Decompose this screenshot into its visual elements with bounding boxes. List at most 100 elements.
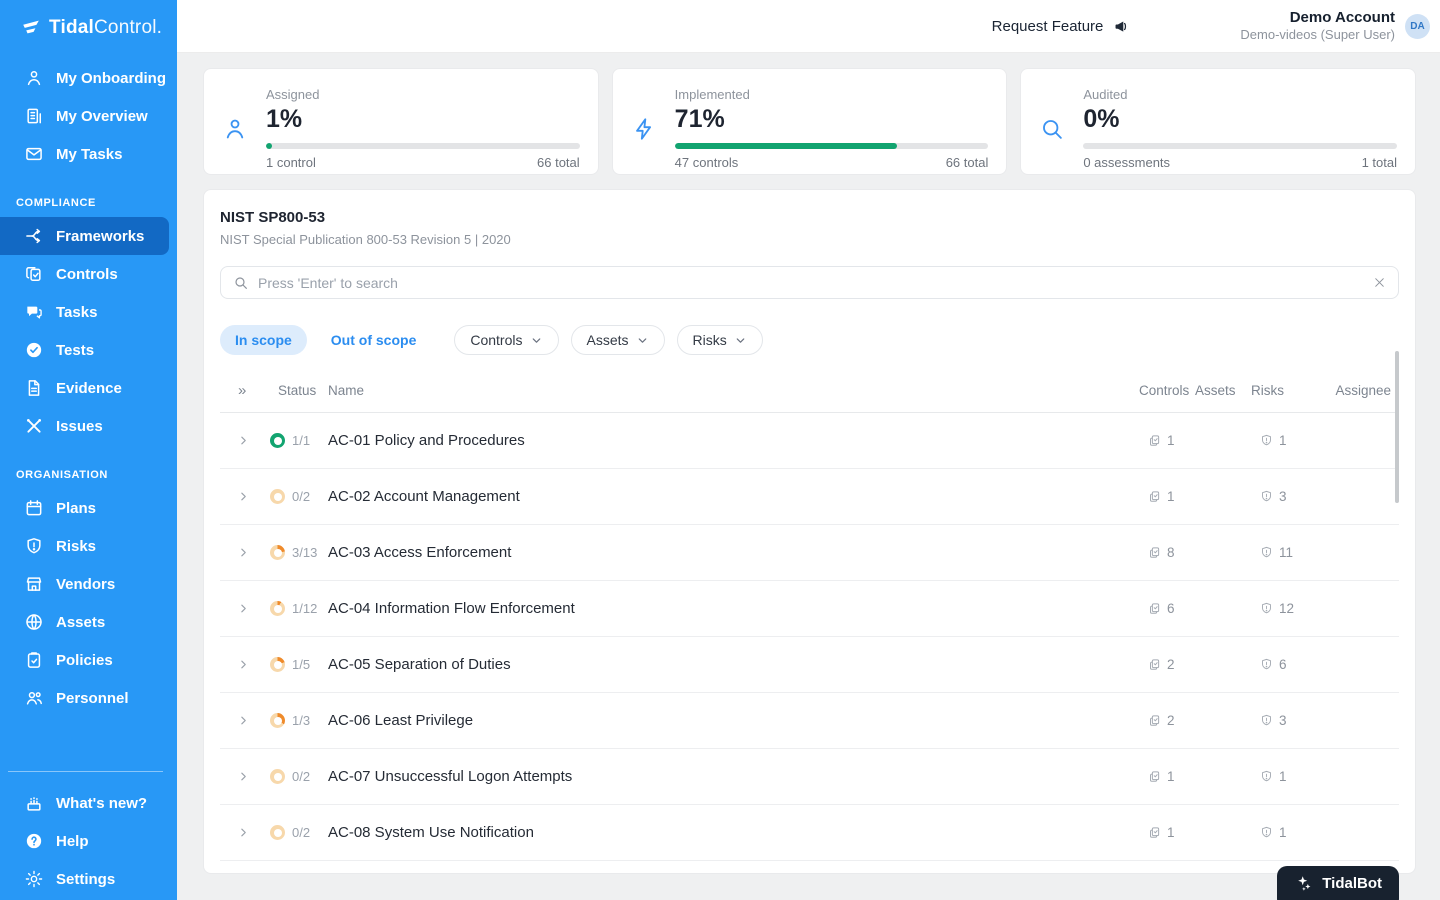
table-row[interactable]: 1/5 AC-05 Separation of Duties 2 6 bbox=[220, 637, 1399, 693]
sidebar-item-evidence[interactable]: Evidence bbox=[0, 369, 177, 407]
avatar[interactable]: DA bbox=[1405, 14, 1430, 39]
risks-count: 11 bbox=[1251, 545, 1315, 560]
sidebar-item-my-onboarding[interactable]: My Onboarding bbox=[0, 59, 177, 97]
filter-in-scope[interactable]: In scope bbox=[220, 325, 307, 355]
sidebar-item-personnel[interactable]: Personnel bbox=[0, 679, 177, 717]
person-stat-icon bbox=[222, 116, 248, 142]
document-icon bbox=[24, 378, 44, 398]
sidebar-item-label: Frameworks bbox=[56, 228, 144, 245]
status-ring bbox=[270, 713, 285, 728]
controls-icon bbox=[24, 264, 44, 284]
status-ring bbox=[270, 825, 285, 840]
row-expand-chevron-icon[interactable] bbox=[220, 434, 260, 447]
sidebar-item-label: My Tasks bbox=[56, 146, 122, 163]
status-count: 3/13 bbox=[292, 545, 317, 560]
sidebar: TidalControl. My Onboarding My Overview My… bbox=[0, 0, 177, 900]
row-expand-chevron-icon[interactable] bbox=[220, 714, 260, 727]
tidalbot-label: TidalBot bbox=[1322, 875, 1382, 892]
sidebar-item-my-tasks[interactable]: My Tasks bbox=[0, 135, 177, 173]
account-role: Demo-videos (Super User) bbox=[1240, 27, 1395, 43]
copy-check-icon bbox=[1147, 713, 1162, 728]
controls-count: 8 bbox=[1139, 545, 1195, 560]
sidebar-item-label: Settings bbox=[56, 871, 115, 888]
table-row[interactable]: 0/2 AC-07 Unsuccessful Logon Attempts 1 … bbox=[220, 749, 1399, 805]
sidebar-item-issues[interactable]: Issues bbox=[0, 407, 177, 445]
sidebar-nav: My OnboardingMy OverviewMy TasksCOMPLIAN… bbox=[0, 59, 177, 717]
control-name: AC-02 Account Management bbox=[328, 488, 1139, 505]
shield-alert-icon bbox=[1259, 489, 1274, 504]
row-expand-chevron-icon[interactable] bbox=[220, 770, 260, 783]
filter-dropdown-label: Controls bbox=[470, 332, 522, 348]
row-expand-chevron-icon[interactable] bbox=[220, 602, 260, 615]
stat-progress-bar bbox=[675, 143, 989, 149]
status-count: 1/5 bbox=[292, 657, 310, 672]
filter-dropdown-risks[interactable]: Risks bbox=[677, 325, 763, 355]
sidebar-item-assets[interactable]: Assets bbox=[0, 603, 177, 641]
search-input[interactable] bbox=[258, 275, 1364, 291]
row-expand-chevron-icon[interactable] bbox=[220, 546, 260, 559]
tidalbot-button[interactable]: TidalBot bbox=[1277, 866, 1399, 900]
table-row[interactable]: 3/13 AC-03 Access Enforcement 8 11 bbox=[220, 525, 1399, 581]
sidebar-item-label: Assets bbox=[56, 614, 105, 631]
column-controls: Controls bbox=[1139, 383, 1195, 398]
chevron-down-icon bbox=[734, 334, 747, 347]
table-row[interactable]: 0/2 AC-02 Account Management 1 3 bbox=[220, 469, 1399, 525]
expand-all-button[interactable]: » bbox=[220, 382, 260, 399]
copy-check-icon bbox=[1147, 825, 1162, 840]
help-icon bbox=[24, 831, 44, 851]
sidebar-item-label: Vendors bbox=[56, 576, 115, 593]
row-expand-chevron-icon[interactable] bbox=[220, 658, 260, 671]
request-feature-button[interactable]: Request Feature bbox=[992, 17, 1133, 36]
sidebar-item-tasks[interactable]: Tasks bbox=[0, 293, 177, 331]
account-info[interactable]: Demo Account Demo-videos (Super User) bbox=[1240, 9, 1395, 44]
stat-card-assigned: Assigned 1% 1 control 66 total bbox=[203, 68, 599, 175]
status-count: 1/1 bbox=[292, 433, 310, 448]
tools-icon bbox=[24, 416, 44, 436]
sidebar-section-organisation: ORGANISATION bbox=[0, 445, 177, 489]
sidebar-item-policies[interactable]: Policies bbox=[0, 641, 177, 679]
stat-card-implemented: Implemented 71% 47 controls 66 total bbox=[612, 68, 1008, 175]
table-row[interactable]: 1/12 AC-04 Information Flow Enforcement … bbox=[220, 581, 1399, 637]
control-name: AC-03 Access Enforcement bbox=[328, 544, 1139, 561]
table-row[interactable]: 0/2 AC-08 System Use Notification 1 1 bbox=[220, 805, 1399, 861]
shield-alert-icon bbox=[1259, 825, 1274, 840]
sidebar-item-risks[interactable]: Risks bbox=[0, 527, 177, 565]
control-name: AC-06 Least Privilege bbox=[328, 712, 1139, 729]
filter-out-of-scope[interactable]: Out of scope bbox=[319, 325, 429, 355]
sidebar-item-my-overview[interactable]: My Overview bbox=[0, 97, 177, 135]
sidebar-item-settings[interactable]: Settings bbox=[0, 860, 177, 898]
request-feature-label: Request Feature bbox=[992, 18, 1104, 35]
row-expand-chevron-icon[interactable] bbox=[220, 490, 260, 503]
status-ring bbox=[270, 545, 285, 560]
sparkles-icon bbox=[1294, 874, 1313, 893]
user-icon bbox=[24, 68, 44, 88]
status-count: 1/12 bbox=[292, 601, 317, 616]
search-clear-icon[interactable] bbox=[1373, 276, 1386, 289]
check-badge-icon bbox=[24, 340, 44, 360]
brand-logo[interactable]: TidalControl. bbox=[0, 0, 177, 39]
sidebar-item-controls[interactable]: Controls bbox=[0, 255, 177, 293]
sidebar-item-vendors[interactable]: Vendors bbox=[0, 565, 177, 603]
sidebar-item-frameworks[interactable]: Frameworks bbox=[0, 217, 169, 255]
sidebar-item-plans[interactable]: Plans bbox=[0, 489, 177, 527]
sidebar-item-label: My Onboarding bbox=[56, 70, 166, 87]
filter-dropdown-assets[interactable]: Assets bbox=[571, 325, 665, 355]
shield-alert-icon bbox=[1259, 769, 1274, 784]
table-row[interactable]: 1/1 AC-01 Policy and Procedures 1 1 bbox=[220, 413, 1399, 469]
risks-count: 6 bbox=[1251, 657, 1315, 672]
filter-dropdown-controls[interactable]: Controls bbox=[454, 325, 558, 355]
main-area: Request Feature Demo Account Demo-videos… bbox=[177, 0, 1440, 900]
row-status: 1/3 bbox=[260, 713, 328, 728]
stat-count: 47 controls bbox=[675, 155, 739, 170]
sidebar-item-tests[interactable]: Tests bbox=[0, 331, 177, 369]
stat-percent: 0% bbox=[1083, 105, 1397, 134]
megaphone-icon bbox=[1113, 17, 1132, 36]
table-row[interactable]: 1/3 AC-06 Least Privilege 2 3 bbox=[220, 693, 1399, 749]
table-row-partial[interactable] bbox=[220, 861, 1399, 874]
row-expand-chevron-icon[interactable] bbox=[220, 826, 260, 839]
stat-total: 66 total bbox=[537, 155, 580, 170]
sidebar-item-help[interactable]: Help bbox=[0, 822, 177, 860]
shield-icon bbox=[24, 536, 44, 556]
scrollbar-thumb[interactable] bbox=[1395, 351, 1399, 503]
sidebar-item-what-s-new[interactable]: What's new? bbox=[0, 784, 177, 822]
